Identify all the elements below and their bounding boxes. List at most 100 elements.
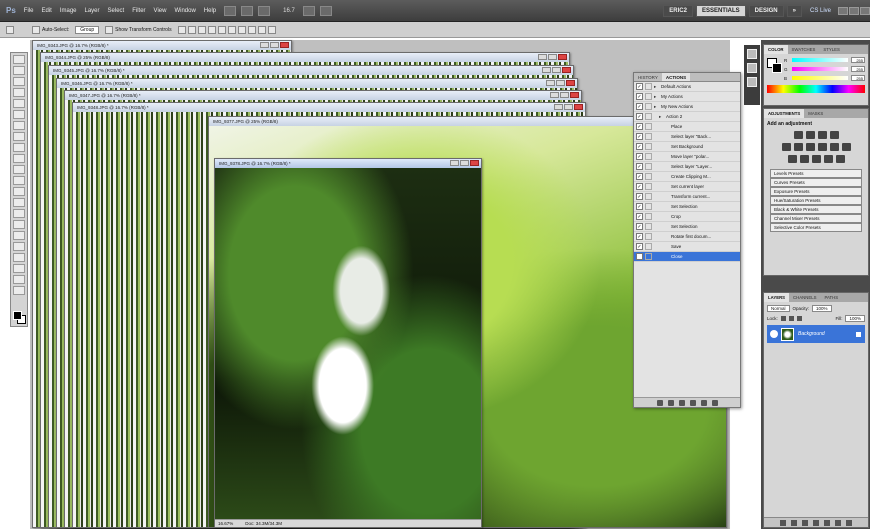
channel-slider[interactable] <box>792 76 848 80</box>
distribute-top-icon[interactable] <box>237 25 246 34</box>
zoom-level[interactable]: 16.7 <box>283 8 295 14</box>
dialog-toggle-icon[interactable] <box>645 223 652 230</box>
crop-tool-icon[interactable] <box>13 99 25 108</box>
tab-actions[interactable]: ACTIONS <box>661 73 691 81</box>
action-row[interactable]: ✓ Move layer "polar... <box>634 152 740 162</box>
dialog-toggle-icon[interactable] <box>645 143 652 150</box>
dialog-toggle-icon[interactable] <box>645 113 652 120</box>
dodge-tool-icon[interactable] <box>13 198 25 207</box>
action-row[interactable]: ✓ ▸ Action 2 <box>634 112 740 122</box>
disclosure-triangle-icon[interactable]: ▸ <box>654 104 659 110</box>
action-row[interactable]: ✓ Set Selection <box>634 222 740 232</box>
disclosure-triangle-icon[interactable]: ▸ <box>654 94 659 100</box>
pen-tool-icon[interactable] <box>13 209 25 218</box>
checkmark-icon[interactable]: ✓ <box>636 113 643 120</box>
document-title-bar[interactable]: IMG_9345.JPG @ 16.7% (RGB/8) * <box>49 66 573 75</box>
checkmark-icon[interactable]: ✓ <box>636 83 643 90</box>
action-row[interactable]: ✓ Place <box>634 122 740 132</box>
close-icon[interactable] <box>860 6 870 15</box>
checkmark-icon[interactable]: ✓ <box>636 123 643 130</box>
menu-edit[interactable]: Edit <box>41 8 51 14</box>
menu-help[interactable]: Help <box>204 8 216 14</box>
tab-swatches[interactable]: SWATCHES <box>788 45 820 54</box>
lock-position-icon[interactable] <box>788 316 794 321</box>
maximize-icon[interactable] <box>849 6 859 15</box>
menu-window[interactable]: Window <box>174 8 195 14</box>
minimize-icon[interactable] <box>554 104 563 110</box>
link-layers-icon[interactable] <box>780 519 786 526</box>
action-row[interactable]: ✓ ▸ My Actions <box>634 92 740 102</box>
channel-value[interactable]: 255 <box>851 66 865 72</box>
minimize-icon[interactable] <box>550 92 559 98</box>
action-row[interactable]: ✓ ▸ My New Actions <box>634 102 740 112</box>
play-panel-icon[interactable] <box>747 77 757 87</box>
action-row[interactable]: ✓ Set current layer <box>634 182 740 192</box>
document-title-bar[interactable]: IMG_9378.JPG @ 16.7% (RGB/8) * <box>215 159 481 168</box>
dialog-toggle-icon[interactable] <box>645 183 652 190</box>
close-icon[interactable] <box>574 104 583 110</box>
action-row[interactable]: ✓ Select layer "Layer... <box>634 162 740 172</box>
trash-icon[interactable] <box>711 399 718 406</box>
preset-item[interactable]: Levels Presets <box>770 169 862 178</box>
maximize-icon[interactable] <box>560 92 569 98</box>
minimize-icon[interactable] <box>542 67 551 73</box>
actions-panel-icon[interactable] <box>747 63 757 73</box>
workspace-more[interactable]: » <box>786 4 802 17</box>
gradient-map-icon[interactable] <box>823 155 833 163</box>
close-icon[interactable] <box>280 42 289 48</box>
brush-tool-icon[interactable] <box>13 132 25 141</box>
maximize-icon[interactable] <box>460 160 469 166</box>
show-transform-checkbox[interactable] <box>105 25 114 34</box>
lasso-tool-icon[interactable] <box>13 77 25 86</box>
move-tool-icon[interactable] <box>6 25 14 34</box>
checkmark-icon[interactable]: ✓ <box>636 223 643 230</box>
dialog-toggle-icon[interactable] <box>645 93 652 100</box>
dialog-toggle-icon[interactable] <box>645 133 652 140</box>
channel-slider[interactable] <box>792 67 848 71</box>
record-icon[interactable] <box>667 399 674 406</box>
align-left-icon[interactable] <box>207 25 216 34</box>
levels-icon[interactable] <box>805 131 815 139</box>
align-top-icon[interactable] <box>177 25 186 34</box>
disclosure-triangle-icon[interactable]: ▸ <box>659 114 664 120</box>
align-bottom-icon[interactable] <box>197 25 206 34</box>
color-spectrum[interactable] <box>767 85 865 93</box>
document-title-bar[interactable]: IMG_9343.JPG @ 16.7% (RGB/8) * <box>33 41 291 50</box>
photo-filter-icon[interactable] <box>829 143 839 151</box>
checkmark-icon[interactable]: ✓ <box>636 153 643 160</box>
close-icon[interactable] <box>570 92 579 98</box>
document-title-bar[interactable]: IMG_9348.JPG @ 16.7% (RGB/8) * <box>73 103 585 112</box>
dialog-toggle-icon[interactable] <box>645 103 652 110</box>
auto-select-dropdown[interactable]: Group <box>75 25 100 34</box>
posterize-icon[interactable] <box>799 155 809 163</box>
distribute-bottom-icon[interactable] <box>257 25 266 34</box>
type-tool-icon[interactable] <box>13 220 25 229</box>
opacity-input[interactable]: 100% <box>812 305 832 312</box>
history-brush-tool-icon[interactable] <box>13 154 25 163</box>
screen-mode-icon[interactable] <box>319 5 332 16</box>
minimize-icon[interactable] <box>260 42 269 48</box>
action-row[interactable]: ✓ ▸ Default Actions <box>634 82 740 92</box>
preset-item[interactable]: Hue/Saturation Presets <box>770 196 862 205</box>
color-balance-icon[interactable] <box>805 143 815 151</box>
marquee-tool-icon[interactable] <box>13 66 25 75</box>
preset-item[interactable]: Curves Presets <box>770 178 862 187</box>
dialog-toggle-icon[interactable] <box>645 243 652 250</box>
checkmark-icon[interactable]: ✓ <box>636 243 643 250</box>
distribute-middle-icon[interactable] <box>247 25 256 34</box>
action-row[interactable]: ✓ Create Clipping M... <box>634 172 740 182</box>
dialog-toggle-icon[interactable] <box>645 163 652 170</box>
align-middle-icon[interactable] <box>187 25 196 34</box>
blend-mode-dropdown[interactable]: Normal <box>767 305 790 312</box>
tab-styles[interactable]: STYLES <box>819 45 843 54</box>
minimize-icon[interactable] <box>838 6 848 15</box>
document-canvas[interactable] <box>215 168 481 519</box>
threshold-icon[interactable] <box>811 155 821 163</box>
dialog-toggle-icon[interactable] <box>645 203 652 210</box>
align-right-icon[interactable] <box>227 25 236 34</box>
tab-layers[interactable]: LAYERS <box>764 293 790 302</box>
checkmark-icon[interactable]: ✓ <box>636 93 643 100</box>
workspace-design[interactable]: DESIGN <box>748 4 784 17</box>
action-row[interactable]: ✓ Set Selection <box>634 202 740 212</box>
checkmark-icon[interactable]: ✓ <box>636 253 643 260</box>
